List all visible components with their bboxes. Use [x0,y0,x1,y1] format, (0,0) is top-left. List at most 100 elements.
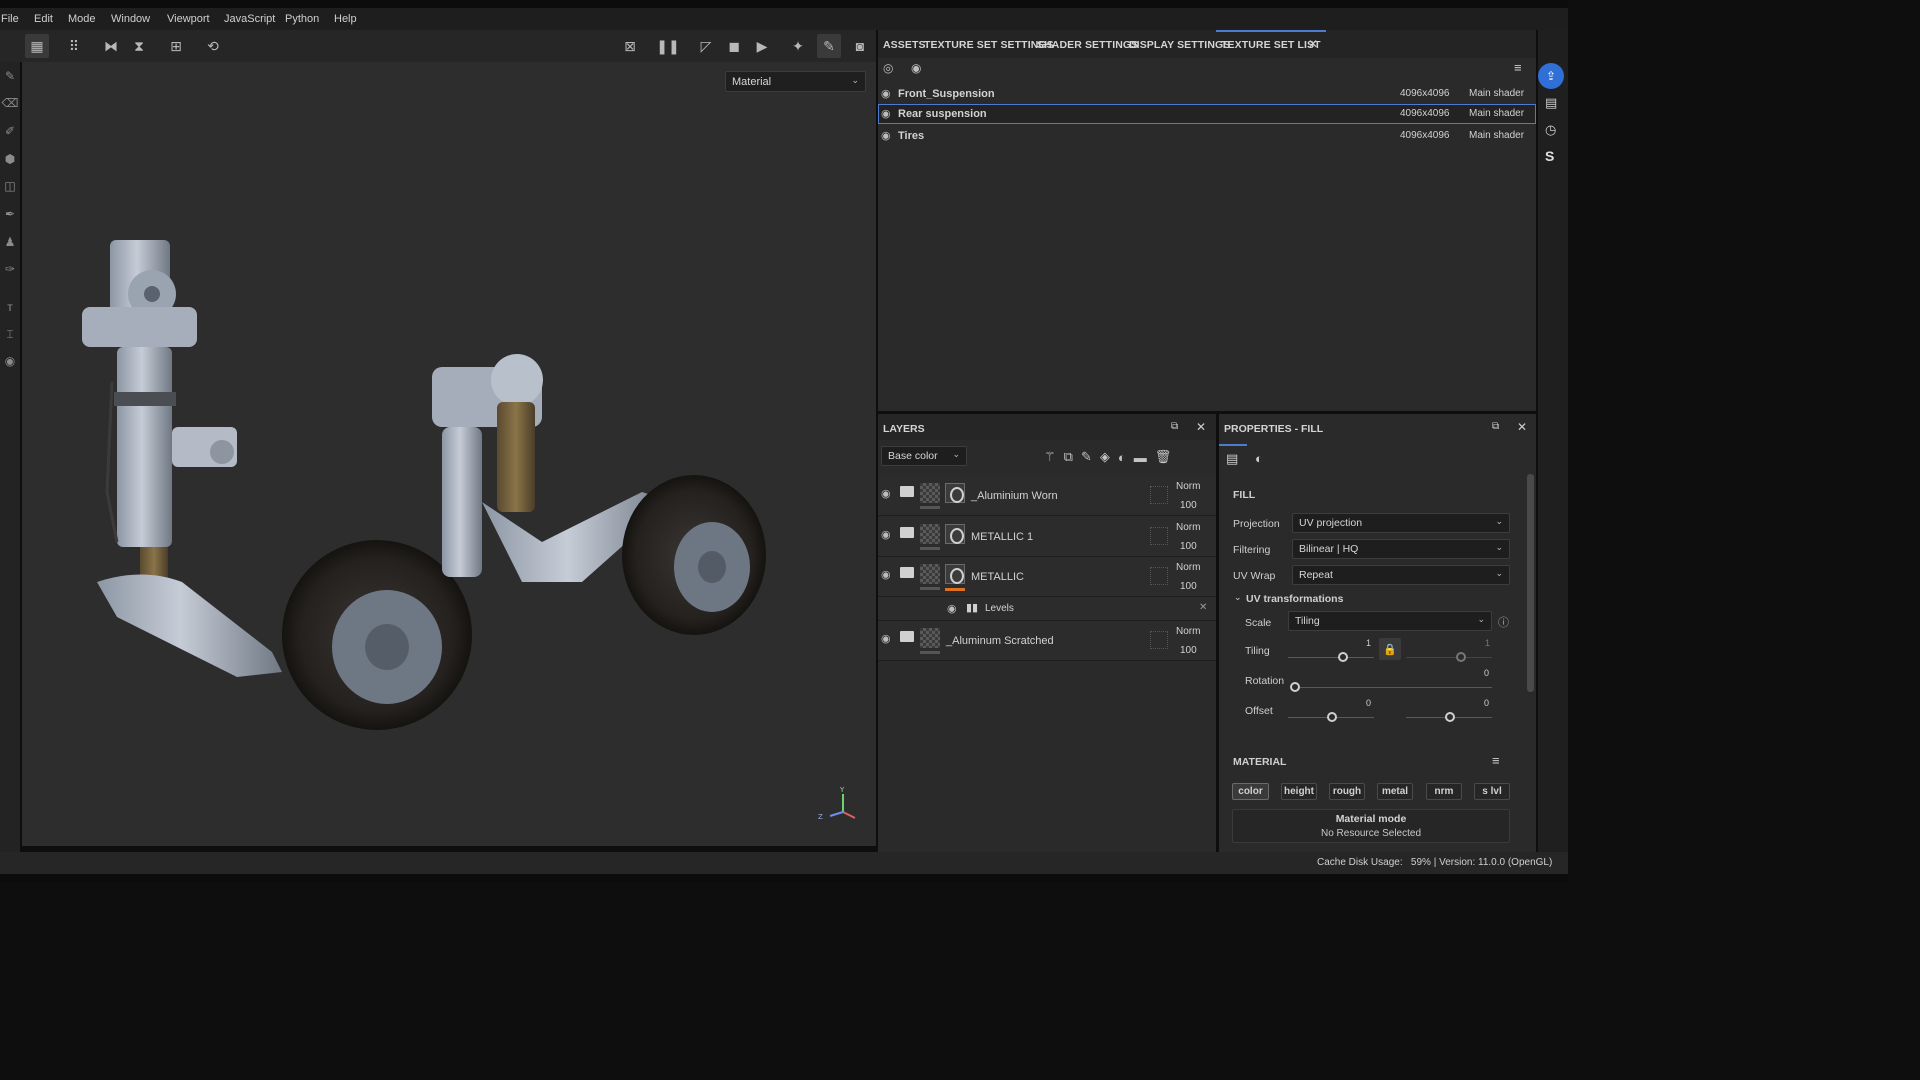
show-all-icon[interactable]: ◉ [911,61,921,75]
tab-texture-set-list[interactable]: TEXTURE SET LIST [1221,39,1321,51]
scrollbar[interactable] [1527,474,1534,692]
menu-file[interactable]: File [1,13,19,25]
eye-icon[interactable]: ◉ [881,632,891,645]
collapse-chevron-icon[interactable]: ⌄ [1234,592,1242,603]
layer-mask-thumbnail[interactable] [945,483,965,503]
camera-video-icon[interactable]: ▶ [750,34,774,58]
channel-toggle-height[interactable]: height [1281,783,1317,800]
blend-mode[interactable]: Norm [1176,626,1200,637]
layer-row[interactable]: ◉ METALLIC 1 Norm 100 [878,517,1216,557]
channel-toggle-color[interactable]: color [1232,783,1269,800]
color-picker-icon[interactable]: ✑ [2,261,18,277]
add-frame-icon[interactable]: ⊞ [164,34,188,58]
projection-tool-icon[interactable]: ✐ [2,123,18,139]
layer-opacity[interactable]: 100 [1180,581,1197,592]
channel-toggle-nrm[interactable]: nrm [1426,783,1462,800]
viewport-mode-select[interactable]: Material ⌄ [725,71,866,92]
maximize-icon[interactable]: ⧉ [1492,421,1499,432]
tab-display-settings[interactable]: DISPLAY SETTINGS [1129,39,1230,51]
layer-row[interactable]: ◉ METALLIC Norm 100 [878,557,1216,597]
add-paint-layer-icon[interactable]: ✎ [1081,449,1092,465]
close-icon[interactable]: ✕ [1196,420,1206,434]
menu-help[interactable]: Help [334,13,357,25]
delete-layer-icon[interactable]: 🗑 [1155,449,1172,465]
symmetry-y-icon[interactable]: ⧗ [127,34,151,58]
menu-viewport[interactable]: Viewport [167,13,210,25]
magic-wand-icon[interactable]: ⚚ [1044,449,1056,465]
history-icon[interactable]: ⟲ [201,34,225,58]
lock-icon[interactable]: 🔒 [1379,638,1401,660]
rotation-slider-track[interactable] [1292,687,1492,688]
smudge-tool-icon[interactable]: ✒ [2,206,18,222]
projection-select[interactable]: UV projection ⌄ [1292,513,1510,533]
close-tab-icon[interactable]: ✕ [1308,37,1318,51]
mask-slot[interactable] [1150,631,1168,649]
bake-icon[interactable]: ✦ [786,34,810,58]
channel-toggle-slvl[interactable]: s lvl [1474,783,1510,800]
menu-mode[interactable]: Mode [68,13,96,25]
texture-set-row-selected[interactable]: ◉ Rear suspension 4096x4096 Main shader [878,104,1536,124]
layer-opacity[interactable]: 100 [1180,541,1197,552]
clone-tool-icon[interactable]: ♟ [2,234,18,250]
texture-set-row[interactable]: ◉ Front_Suspension 4096x4096 Main shader [878,84,1536,104]
uvwrap-select[interactable]: Repeat ⌄ [1292,565,1510,585]
mask-slot[interactable] [1150,527,1168,545]
remove-effect-icon[interactable]: ✕ [1199,602,1207,613]
offset-y-slider-knob[interactable] [1445,712,1455,722]
eye-icon[interactable]: ◉ [881,568,891,581]
layer-mask-thumbnail[interactable] [945,564,965,584]
texture-set-row[interactable]: ◉ Tires 4096x4096 Main shader [878,126,1536,146]
panel-menu-icon[interactable]: ≡ [1514,60,1522,75]
eye-icon[interactable]: ◉ [881,129,891,142]
add-mask-icon[interactable]: ◐ [1118,450,1126,465]
tab-texture-set-settings[interactable]: TEXTURE SET SETTINGS [924,39,1054,51]
paint-brush-icon[interactable]: ✎ [817,34,841,58]
channel-toggle-metal[interactable]: metal [1377,783,1413,800]
eraser-tool-icon[interactable]: ⌫ [2,95,19,111]
hide-all-icon[interactable]: ◎ [883,61,893,75]
eye-icon[interactable]: ◉ [881,107,891,120]
add-folder-icon[interactable]: ▬ [1134,450,1147,465]
menu-window[interactable]: Window [111,13,150,25]
layer-opacity[interactable]: 100 [1180,645,1197,656]
brush-tool-icon[interactable]: ✎ [2,68,18,84]
add-effect-icon[interactable]: ⧉ [1064,449,1073,465]
blend-mode[interactable]: Norm [1176,522,1200,533]
geometry-fill-icon[interactable]: ⬢ [2,151,18,167]
material-mode-slot[interactable]: Material mode No Resource Selected [1232,809,1510,843]
mask-slot[interactable] [1150,486,1168,504]
symmetry-x-icon[interactable]: ⧓ [99,34,123,58]
rotation-slider-knob[interactable] [1290,682,1300,692]
material-sphere-icon[interactable]: ◐ [1255,451,1263,466]
blend-mode[interactable]: Norm [1176,481,1200,492]
add-fill-layer-icon[interactable]: ◈ [1100,449,1110,465]
close-icon[interactable]: ✕ [1517,420,1527,434]
tiling-slider-knob-2[interactable] [1456,652,1466,662]
eye-icon[interactable]: ◉ [947,602,957,615]
uv-transformations-header[interactable]: UV transformations [1246,593,1343,605]
fill-properties-icon[interactable]: ▤ [1226,451,1238,467]
scale-select[interactable]: Tiling ⌄ [1288,611,1492,631]
maximize-icon[interactable]: ⧉ [1171,421,1178,432]
tab-assets[interactable]: ASSETS [883,39,926,51]
channel-toggle-rough[interactable]: rough [1329,783,1365,800]
mask-slot[interactable] [1150,567,1168,585]
channel-select[interactable]: Base color ⌄ [881,446,967,466]
hide-overlay-icon[interactable]: ⊠ [618,34,642,58]
layer-row[interactable]: ◉ _Aluminium Worn Norm 100 [878,476,1216,516]
share-export-icon[interactable]: ⇪ [1538,63,1564,89]
info-icon[interactable]: ⓘ [1498,614,1509,630]
tiling-slider-track[interactable] [1288,657,1374,658]
eye-icon[interactable]: ◉ [881,487,891,500]
layer-mask-thumbnail[interactable] [945,524,965,544]
3d-viewport[interactable]: Y Z [22,62,876,846]
layer-row[interactable]: ◉ _Aluminum Scratched Norm 100 [878,621,1216,661]
screenshot-camera-icon[interactable]: ◙ [848,34,872,58]
eye-icon[interactable]: ◉ [881,528,891,541]
eye-icon[interactable]: ◉ [881,87,891,100]
offset-x-slider-knob[interactable] [1327,712,1337,722]
tiling-slider-knob[interactable] [1338,652,1348,662]
substance-logo-icon[interactable]: S [1545,148,1554,164]
view-3d-cube-icon[interactable]: ◼ [722,34,746,58]
menu-javascript[interactable]: JavaScript [224,13,275,25]
